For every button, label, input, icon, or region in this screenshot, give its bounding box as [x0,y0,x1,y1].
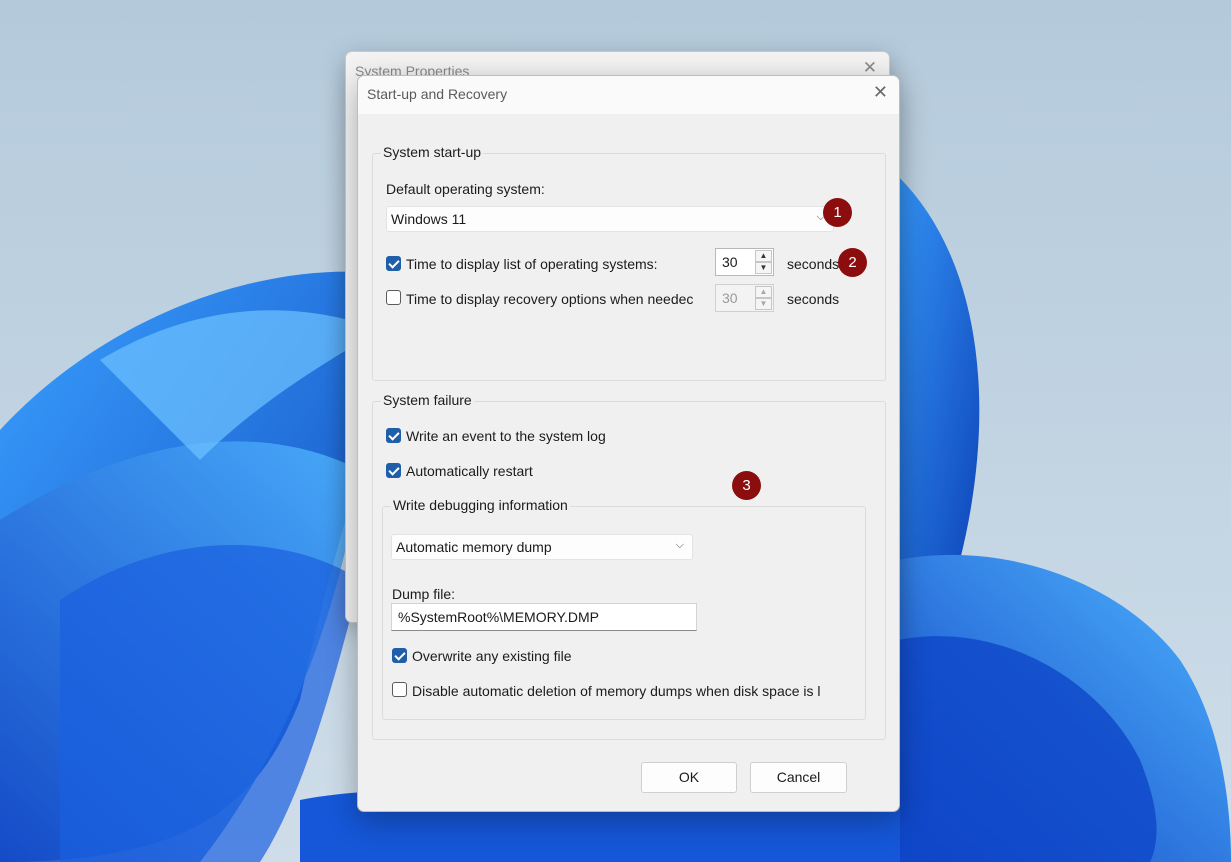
display-list-seconds-spinner[interactable]: 30 ▲ ▼ [715,248,774,276]
default-os-select[interactable]: Windows 11 ⌵ [386,206,834,232]
display-list-unit: seconds [787,256,840,272]
disable-deletion-checkbox[interactable] [392,682,407,697]
chevron-down-icon: ⌵ [675,539,684,551]
annotation-badge-2: 2 [838,248,867,277]
default-os-value: Windows 11 [391,211,467,227]
recovery-options-seconds-spinner: 30 ▲ ▼ [715,284,774,312]
overwrite-checkbox[interactable] [392,648,407,663]
default-os-label: Default operating system: [386,181,545,197]
debug-type-select[interactable]: Automatic memory dump ⌵ [391,534,693,560]
close-icon[interactable]: ✕ [873,82,888,103]
recovery-options-checkbox[interactable] [386,290,401,305]
spin-down-icon: ▼ [755,298,772,310]
auto-restart-checkbox[interactable] [386,463,401,478]
display-list-checkbox[interactable] [386,256,401,271]
debug-info-legend: Write debugging information [391,497,570,513]
dump-file-label: Dump file: [392,586,456,602]
dump-file-input[interactable]: %SystemRoot%\MEMORY.DMP [391,603,697,631]
title-bar: Start-up and Recovery ✕ [358,76,899,114]
system-startup-legend: System start-up [381,144,484,160]
spin-down-icon[interactable]: ▼ [755,262,772,274]
dialog-title: Start-up and Recovery [367,86,508,102]
spin-up-icon: ▲ [755,286,772,298]
auto-restart-label: Automatically restart [406,463,533,479]
write-event-label: Write an event to the system log [406,428,606,444]
disable-deletion-label: Disable automatic deletion of memory dum… [412,683,821,699]
system-failure-legend: System failure [381,392,474,408]
spin-up-icon[interactable]: ▲ [755,250,772,262]
overwrite-label: Overwrite any existing file [412,648,572,664]
startup-recovery-dialog: Start-up and Recovery ✕ System start-up … [357,75,900,812]
display-list-label: Time to display list of operating system… [406,256,658,272]
cancel-button[interactable]: Cancel [750,762,847,793]
annotation-badge-3: 3 [732,471,761,500]
recovery-options-label: Time to display recovery options when ne… [406,291,694,307]
dump-file-value: %SystemRoot%\MEMORY.DMP [398,609,599,625]
display-list-seconds-value: 30 [722,254,738,270]
recovery-options-unit: seconds [787,291,840,307]
ok-button[interactable]: OK [641,762,737,793]
debug-type-value: Automatic memory dump [396,539,552,555]
annotation-badge-1: 1 [823,198,852,227]
recovery-options-seconds-value: 30 [722,290,738,306]
write-event-checkbox[interactable] [386,428,401,443]
